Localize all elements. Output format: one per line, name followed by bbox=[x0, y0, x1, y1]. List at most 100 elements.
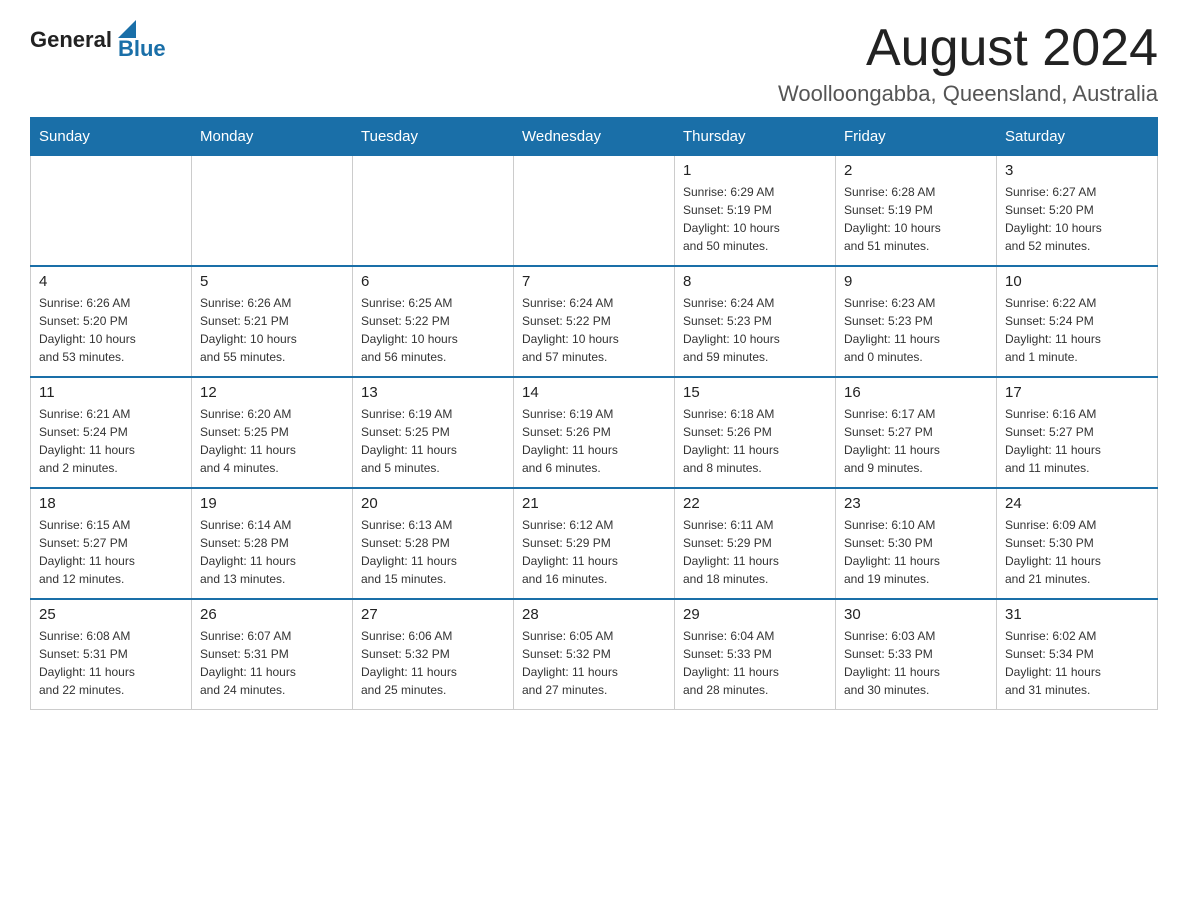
day-info: Sunrise: 6:10 AM Sunset: 5:30 PM Dayligh… bbox=[844, 516, 988, 588]
day-cell-2-2: 13Sunrise: 6:19 AM Sunset: 5:25 PM Dayli… bbox=[353, 377, 514, 488]
day-cell-0-0 bbox=[31, 156, 192, 267]
day-cell-1-4: 8Sunrise: 6:24 AM Sunset: 5:23 PM Daylig… bbox=[675, 266, 836, 377]
day-cell-3-1: 19 Sunrise: 6:14 AM Sunset: 5:28 PM Dayli… bbox=[192, 488, 353, 599]
day-cell-3-5: 23 Sunrise: 6:10 AM Sunset: 5:30 PM Dayli… bbox=[836, 488, 997, 599]
day-number: 1 bbox=[683, 162, 827, 179]
day-info: Sunrise: 6:23 AM Sunset: 5:23 PM Dayligh… bbox=[844, 294, 988, 366]
week-row-2: 4Sunrise: 6:26 AM Sunset: 5:20 PM Daylig… bbox=[31, 266, 1158, 377]
day-info: Sunrise: 6:05 AM Sunset: 5:32 PM Dayligh… bbox=[522, 627, 666, 699]
day-number: 7 bbox=[522, 273, 666, 290]
day-cell-0-2 bbox=[353, 156, 514, 267]
day-number: 9 bbox=[844, 273, 988, 290]
day-info: Sunrise: 6:02 AM Sunset: 5:34 PM Dayligh… bbox=[1005, 627, 1149, 699]
day-info: Sunrise: 6:18 AM Sunset: 5:26 PM Dayligh… bbox=[683, 405, 827, 477]
day-number: 26 bbox=[200, 606, 344, 623]
header-friday: Friday bbox=[836, 118, 997, 156]
day-info: Sunrise: 6:19 AM Sunset: 5:26 PM Dayligh… bbox=[522, 405, 666, 477]
day-cell-1-3: 7 Sunrise: 6:24 AM Sunset: 5:22 PM Daylig… bbox=[514, 266, 675, 377]
header-saturday: Saturday bbox=[997, 118, 1158, 156]
week-row-1: 1 Sunrise: 6:29 AM Sunset: 5:19 PM Daylig… bbox=[31, 156, 1158, 267]
day-number: 24 bbox=[1005, 495, 1149, 512]
day-info: Sunrise: 6:25 AM Sunset: 5:22 PM Dayligh… bbox=[361, 294, 505, 366]
day-number: 12 bbox=[200, 384, 344, 401]
day-info: Sunrise: 6:20 AM Sunset: 5:25 PM Dayligh… bbox=[200, 405, 344, 477]
header-tuesday: Tuesday bbox=[353, 118, 514, 156]
day-cell-2-5: 16Sunrise: 6:17 AM Sunset: 5:27 PM Dayli… bbox=[836, 377, 997, 488]
day-info: Sunrise: 6:04 AM Sunset: 5:33 PM Dayligh… bbox=[683, 627, 827, 699]
month-title: August 2024 bbox=[778, 20, 1158, 77]
day-info: Sunrise: 6:24 AM Sunset: 5:23 PM Dayligh… bbox=[683, 294, 827, 366]
day-number: 25 bbox=[39, 606, 183, 623]
day-number: 15 bbox=[683, 384, 827, 401]
day-info: Sunrise: 6:27 AM Sunset: 5:20 PM Dayligh… bbox=[1005, 183, 1149, 255]
logo-general: General bbox=[30, 27, 112, 53]
day-info: Sunrise: 6:24 AM Sunset: 5:22 PM Dayligh… bbox=[522, 294, 666, 366]
day-cell-0-4: 1 Sunrise: 6:29 AM Sunset: 5:19 PM Daylig… bbox=[675, 156, 836, 267]
day-number: 31 bbox=[1005, 606, 1149, 623]
day-info: Sunrise: 6:13 AM Sunset: 5:28 PM Dayligh… bbox=[361, 516, 505, 588]
header-monday: Monday bbox=[192, 118, 353, 156]
day-info: Sunrise: 6:14 AM Sunset: 5:28 PM Dayligh… bbox=[200, 516, 344, 588]
day-cell-4-0: 25Sunrise: 6:08 AM Sunset: 5:31 PM Dayli… bbox=[31, 599, 192, 710]
day-info: Sunrise: 6:07 AM Sunset: 5:31 PM Dayligh… bbox=[200, 627, 344, 699]
day-cell-3-4: 22Sunrise: 6:11 AM Sunset: 5:29 PM Dayli… bbox=[675, 488, 836, 599]
logo: General Blue bbox=[30, 20, 166, 60]
day-info: Sunrise: 6:26 AM Sunset: 5:20 PM Dayligh… bbox=[39, 294, 183, 366]
day-number: 3 bbox=[1005, 162, 1149, 179]
title-block: August 2024 Woolloongabba, Queensland, A… bbox=[778, 20, 1158, 107]
day-cell-2-0: 11 Sunrise: 6:21 AM Sunset: 5:24 PM Dayli… bbox=[31, 377, 192, 488]
header-thursday: Thursday bbox=[675, 118, 836, 156]
day-info: Sunrise: 6:09 AM Sunset: 5:30 PM Dayligh… bbox=[1005, 516, 1149, 588]
day-number: 29 bbox=[683, 606, 827, 623]
day-number: 18 bbox=[39, 495, 183, 512]
day-cell-4-6: 31 Sunrise: 6:02 AM Sunset: 5:34 PM Dayli… bbox=[997, 599, 1158, 710]
day-number: 6 bbox=[361, 273, 505, 290]
day-info: Sunrise: 6:16 AM Sunset: 5:27 PM Dayligh… bbox=[1005, 405, 1149, 477]
day-cell-1-2: 6 Sunrise: 6:25 AM Sunset: 5:22 PM Daylig… bbox=[353, 266, 514, 377]
day-number: 28 bbox=[522, 606, 666, 623]
week-row-4: 18 Sunrise: 6:15 AM Sunset: 5:27 PM Dayli… bbox=[31, 488, 1158, 599]
day-info: Sunrise: 6:12 AM Sunset: 5:29 PM Dayligh… bbox=[522, 516, 666, 588]
day-number: 13 bbox=[361, 384, 505, 401]
day-cell-1-5: 9 Sunrise: 6:23 AM Sunset: 5:23 PM Daylig… bbox=[836, 266, 997, 377]
day-info: Sunrise: 6:28 AM Sunset: 5:19 PM Dayligh… bbox=[844, 183, 988, 255]
header-wednesday: Wednesday bbox=[514, 118, 675, 156]
day-cell-3-2: 20Sunrise: 6:13 AM Sunset: 5:28 PM Dayli… bbox=[353, 488, 514, 599]
day-info: Sunrise: 6:03 AM Sunset: 5:33 PM Dayligh… bbox=[844, 627, 988, 699]
day-info: Sunrise: 6:06 AM Sunset: 5:32 PM Dayligh… bbox=[361, 627, 505, 699]
day-cell-3-0: 18 Sunrise: 6:15 AM Sunset: 5:27 PM Dayli… bbox=[31, 488, 192, 599]
day-cell-0-3 bbox=[514, 156, 675, 267]
day-cell-4-3: 28 Sunrise: 6:05 AM Sunset: 5:32 PM Dayli… bbox=[514, 599, 675, 710]
day-cell-4-2: 27Sunrise: 6:06 AM Sunset: 5:32 PM Dayli… bbox=[353, 599, 514, 710]
day-number: 11 bbox=[39, 384, 183, 401]
weekday-header-row: SundayMondayTuesdayWednesdayThursdayFrid… bbox=[31, 118, 1158, 156]
week-row-5: 25Sunrise: 6:08 AM Sunset: 5:31 PM Dayli… bbox=[31, 599, 1158, 710]
day-cell-0-1 bbox=[192, 156, 353, 267]
day-cell-4-4: 29 Sunrise: 6:04 AM Sunset: 5:33 PM Dayli… bbox=[675, 599, 836, 710]
day-cell-2-4: 15 Sunrise: 6:18 AM Sunset: 5:26 PM Dayli… bbox=[675, 377, 836, 488]
day-cell-1-6: 10Sunrise: 6:22 AM Sunset: 5:24 PM Dayli… bbox=[997, 266, 1158, 377]
day-cell-4-5: 30 Sunrise: 6:03 AM Sunset: 5:33 PM Dayli… bbox=[836, 599, 997, 710]
day-cell-2-1: 12 Sunrise: 6:20 AM Sunset: 5:25 PM Dayli… bbox=[192, 377, 353, 488]
day-info: Sunrise: 6:26 AM Sunset: 5:21 PM Dayligh… bbox=[200, 294, 344, 366]
page-header: General Blue August 2024 Woolloongabba, … bbox=[30, 20, 1158, 107]
day-info: Sunrise: 6:29 AM Sunset: 5:19 PM Dayligh… bbox=[683, 183, 827, 255]
day-number: 23 bbox=[844, 495, 988, 512]
day-number: 17 bbox=[1005, 384, 1149, 401]
day-number: 2 bbox=[844, 162, 988, 179]
day-number: 14 bbox=[522, 384, 666, 401]
day-number: 30 bbox=[844, 606, 988, 623]
day-cell-1-1: 5 Sunrise: 6:26 AM Sunset: 5:21 PM Daylig… bbox=[192, 266, 353, 377]
day-cell-0-5: 2 Sunrise: 6:28 AM Sunset: 5:19 PM Daylig… bbox=[836, 156, 997, 267]
location-title: Woolloongabba, Queensland, Australia bbox=[778, 81, 1158, 107]
day-info: Sunrise: 6:15 AM Sunset: 5:27 PM Dayligh… bbox=[39, 516, 183, 588]
day-info: Sunrise: 6:21 AM Sunset: 5:24 PM Dayligh… bbox=[39, 405, 183, 477]
day-cell-0-6: 3 Sunrise: 6:27 AM Sunset: 5:20 PM Daylig… bbox=[997, 156, 1158, 267]
day-number: 16 bbox=[844, 384, 988, 401]
day-number: 5 bbox=[200, 273, 344, 290]
day-number: 22 bbox=[683, 495, 827, 512]
day-cell-4-1: 26 Sunrise: 6:07 AM Sunset: 5:31 PM Dayli… bbox=[192, 599, 353, 710]
day-number: 19 bbox=[200, 495, 344, 512]
day-number: 21 bbox=[522, 495, 666, 512]
logo-blue: Blue bbox=[118, 38, 166, 60]
